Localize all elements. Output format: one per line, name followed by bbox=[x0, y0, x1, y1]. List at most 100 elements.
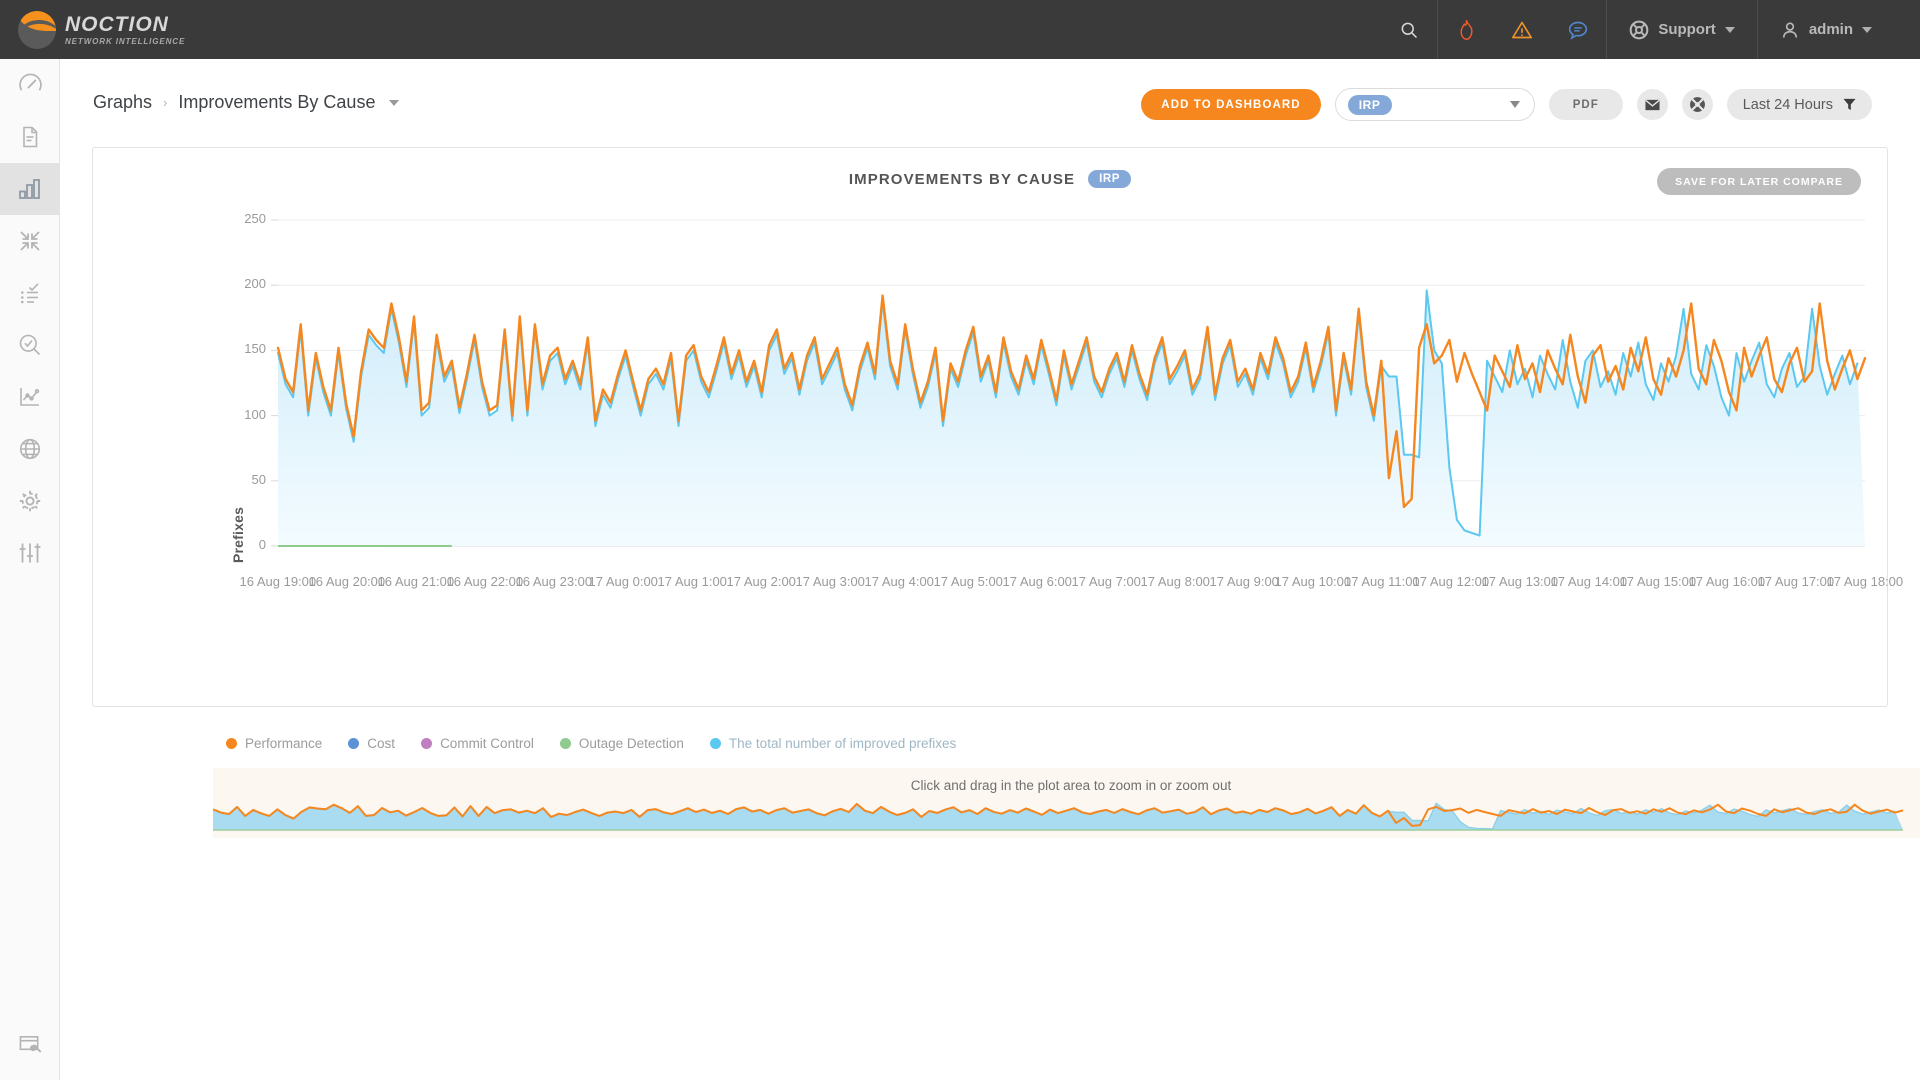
speedometer-icon bbox=[18, 73, 42, 91]
policy-pill: IRP bbox=[1347, 94, 1392, 115]
bar-chart-icon bbox=[19, 179, 40, 199]
pdf-export-button[interactable]: PDF bbox=[1548, 89, 1623, 120]
legend-item[interactable]: Cost bbox=[348, 736, 395, 751]
y-axis-title: Prefixes bbox=[230, 506, 246, 563]
envelope-icon bbox=[1645, 99, 1660, 110]
help-button[interactable] bbox=[1681, 89, 1713, 120]
sidebar-item-collapse[interactable] bbox=[0, 215, 60, 267]
legend-item[interactable]: Outage Detection bbox=[559, 736, 684, 751]
legend-label: Performance bbox=[245, 736, 323, 751]
sidebar-item-dashboard[interactable] bbox=[0, 59, 60, 111]
email-report-button[interactable] bbox=[1636, 89, 1668, 120]
x-axis-tick: 17 Aug 5:00 bbox=[933, 574, 1003, 589]
chevron-down-icon bbox=[1509, 101, 1520, 108]
legend-item[interactable]: Performance bbox=[226, 736, 322, 751]
x-axis-tick: 17 Aug 3:00 bbox=[795, 574, 865, 589]
brand-name: NOCTION bbox=[65, 12, 169, 36]
lifebuoy-icon bbox=[1629, 20, 1649, 39]
x-axis-tick: 16 Aug 21:00 bbox=[377, 574, 455, 589]
warning-triangle-icon bbox=[1512, 21, 1533, 38]
legend-color-dot bbox=[559, 738, 571, 749]
sliders-icon bbox=[19, 543, 41, 563]
x-axis-tick: 16 Aug 20:00 bbox=[308, 574, 386, 589]
chart-legend: Performance Cost Commit Control Outage Dete… bbox=[226, 736, 956, 751]
sidebar-item-analytics[interactable] bbox=[0, 371, 60, 423]
x-axis-tick: 17 Aug 1:00 bbox=[657, 574, 727, 589]
x-axis-ticks: 16 Aug 19:00 16 Aug 20:00 16 Aug 21:00 16 A… bbox=[93, 574, 1904, 594]
policy-select[interactable]: IRP bbox=[1334, 88, 1535, 121]
sidebar-item-tools[interactable] bbox=[0, 1018, 60, 1070]
x-axis-tick: 17 Aug 14:00 bbox=[1550, 574, 1628, 589]
sidebar-item-graphs[interactable] bbox=[0, 163, 60, 215]
chart-title-badge: IRP bbox=[1088, 170, 1132, 188]
x-axis-tick: 16 Aug 23:00 bbox=[515, 574, 593, 589]
brand-logo[interactable]: NOCTION NETWORK INTELLIGENCE bbox=[0, 10, 215, 49]
sidebar-item-tuning[interactable] bbox=[0, 527, 60, 579]
user-label: admin bbox=[1808, 21, 1853, 38]
sidebar-item-network[interactable] bbox=[0, 423, 60, 475]
chart-plot-area[interactable]: Prefixes 0 50 100 150 200 250 16 Aug 19:00 16 … bbox=[93, 208, 1904, 648]
y-axis-tick: 100 bbox=[244, 406, 266, 422]
brand-tagline: NETWORK INTELLIGENCE bbox=[65, 36, 186, 46]
legend-item[interactable]: The total number of improved prefixes bbox=[709, 736, 957, 751]
chevron-down-icon[interactable] bbox=[389, 99, 400, 106]
globe-icon bbox=[19, 438, 41, 460]
document-icon bbox=[23, 126, 38, 148]
legend-color-dot bbox=[348, 738, 360, 749]
collapse-arrows-icon bbox=[20, 231, 40, 251]
warnings-button[interactable] bbox=[1494, 0, 1550, 59]
lifebuoy-icon bbox=[1689, 97, 1705, 112]
support-label: Support bbox=[1658, 21, 1716, 38]
alerts-flame-button[interactable] bbox=[1438, 0, 1494, 59]
chat-bubble-icon bbox=[1569, 21, 1588, 40]
x-axis-tick: 17 Aug 18:00 bbox=[1826, 574, 1904, 589]
user-avatar-icon bbox=[1782, 22, 1797, 38]
x-axis-tick: 16 Aug 22:00 bbox=[446, 574, 524, 589]
chart-svg bbox=[271, 219, 1867, 547]
legend-label: Commit Control bbox=[440, 736, 534, 751]
save-for-later-compare-button[interactable]: SAVE FOR LATER COMPARE bbox=[1657, 168, 1861, 195]
page-toolbar: ADD TO DASHBOARD IRP PDF Last 24 Hours bbox=[1141, 88, 1872, 121]
y-axis-tick: 50 bbox=[251, 471, 266, 487]
breadcrumb-root[interactable]: Graphs bbox=[93, 92, 152, 113]
chart-navigator[interactable]: Click and drag in the plot area to zoom … bbox=[213, 768, 1920, 838]
y-axis-tick: 250 bbox=[244, 211, 266, 226]
support-menu[interactable]: Support bbox=[1607, 0, 1757, 59]
sidebar-item-tasks[interactable] bbox=[0, 267, 60, 319]
legend-label: The total number of improved prefixes bbox=[728, 736, 957, 751]
funnel-icon bbox=[1843, 98, 1856, 111]
user-menu[interactable]: admin bbox=[1758, 0, 1894, 59]
x-axis-tick: 17 Aug 8:00 bbox=[1140, 574, 1210, 589]
legend-item[interactable]: Commit Control bbox=[421, 736, 534, 751]
sidebar-item-settings[interactable] bbox=[0, 475, 60, 527]
legend-color-dot bbox=[421, 738, 433, 749]
x-axis-tick: 17 Aug 15:00 bbox=[1619, 574, 1697, 589]
sidebar-item-troubleshoot[interactable] bbox=[0, 319, 60, 371]
y-axis-tick: 200 bbox=[244, 276, 266, 292]
legend-color-dot bbox=[226, 738, 237, 749]
messages-button[interactable] bbox=[1550, 0, 1606, 59]
x-axis-tick: 16 Aug 19:00 bbox=[239, 574, 317, 589]
sidebar-item-reports[interactable] bbox=[0, 111, 60, 163]
gear-icon bbox=[19, 490, 41, 512]
search-button[interactable] bbox=[1381, 0, 1437, 59]
x-axis-tick: 17 Aug 13:00 bbox=[1481, 574, 1559, 589]
y-axis-tick: 0 bbox=[258, 537, 266, 552]
time-range-selector[interactable]: Last 24 Hours bbox=[1726, 89, 1872, 120]
breadcrumb-separator: › bbox=[163, 95, 168, 110]
x-axis-tick: 17 Aug 12:00 bbox=[1412, 574, 1490, 589]
x-axis-tick: 17 Aug 11:00 bbox=[1344, 574, 1420, 589]
flame-icon bbox=[1460, 19, 1473, 40]
x-axis-tick: 17 Aug 2:00 bbox=[726, 574, 796, 589]
x-axis-tick: 17 Aug 7:00 bbox=[1071, 574, 1141, 589]
add-to-dashboard-button[interactable]: ADD TO DASHBOARD bbox=[1141, 89, 1321, 120]
chevron-down-icon bbox=[1862, 26, 1872, 33]
top-navigation-bar: NOCTION NETWORK INTELLIGENCE Support adm… bbox=[0, 0, 1920, 59]
breadcrumb-current[interactable]: Improvements By Cause bbox=[178, 92, 375, 113]
chart-card: IMPROVEMENTS BY CAUSE IRP SAVE FOR LATER… bbox=[92, 147, 1920, 838]
x-axis-tick: 17 Aug 10:00 bbox=[1274, 574, 1352, 589]
checklist-icon bbox=[21, 283, 39, 304]
chart-title-row: IMPROVEMENTS BY CAUSE IRP bbox=[93, 170, 1887, 188]
x-axis-tick: 17 Aug 9:00 bbox=[1209, 574, 1279, 589]
x-axis-tick: 17 Aug 4:00 bbox=[864, 574, 934, 589]
